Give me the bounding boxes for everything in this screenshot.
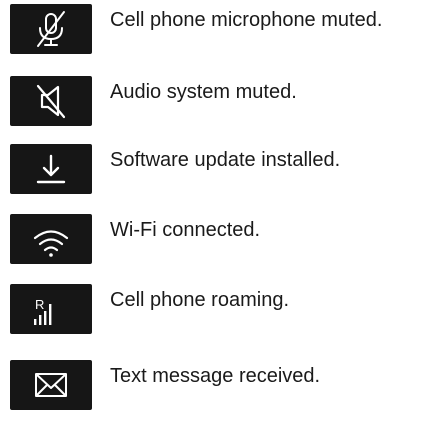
indicator-row-text-message: Text message received. [0, 360, 437, 412]
indicator-row-software-update: Software update installed. [0, 144, 437, 196]
indicator-row-audio-muted: Audio system muted. [0, 76, 437, 128]
indicator-label: Cell phone roaming. [110, 289, 289, 311]
indicator-label: Text message received. [110, 365, 321, 387]
download-icon [10, 144, 92, 194]
indicator-row-roaming: R Cell phone roaming. [0, 284, 437, 336]
indicator-row-microphone-muted: Cell phone microphone muted. [0, 4, 437, 56]
indicator-label: Wi-Fi connected. [110, 219, 261, 241]
wifi-icon [10, 214, 92, 264]
roaming-signal-icon: R [10, 284, 92, 334]
speaker-muted-icon [10, 76, 92, 126]
indicator-row-wifi: Wi-Fi connected. [0, 214, 437, 266]
indicator-label: Software update installed. [110, 149, 341, 171]
microphone-muted-icon [10, 4, 92, 54]
indicator-label: Audio system muted. [110, 81, 297, 103]
envelope-icon [10, 360, 92, 410]
roaming-glyph: R [35, 297, 44, 312]
indicator-label: Cell phone microphone muted. [110, 9, 383, 31]
